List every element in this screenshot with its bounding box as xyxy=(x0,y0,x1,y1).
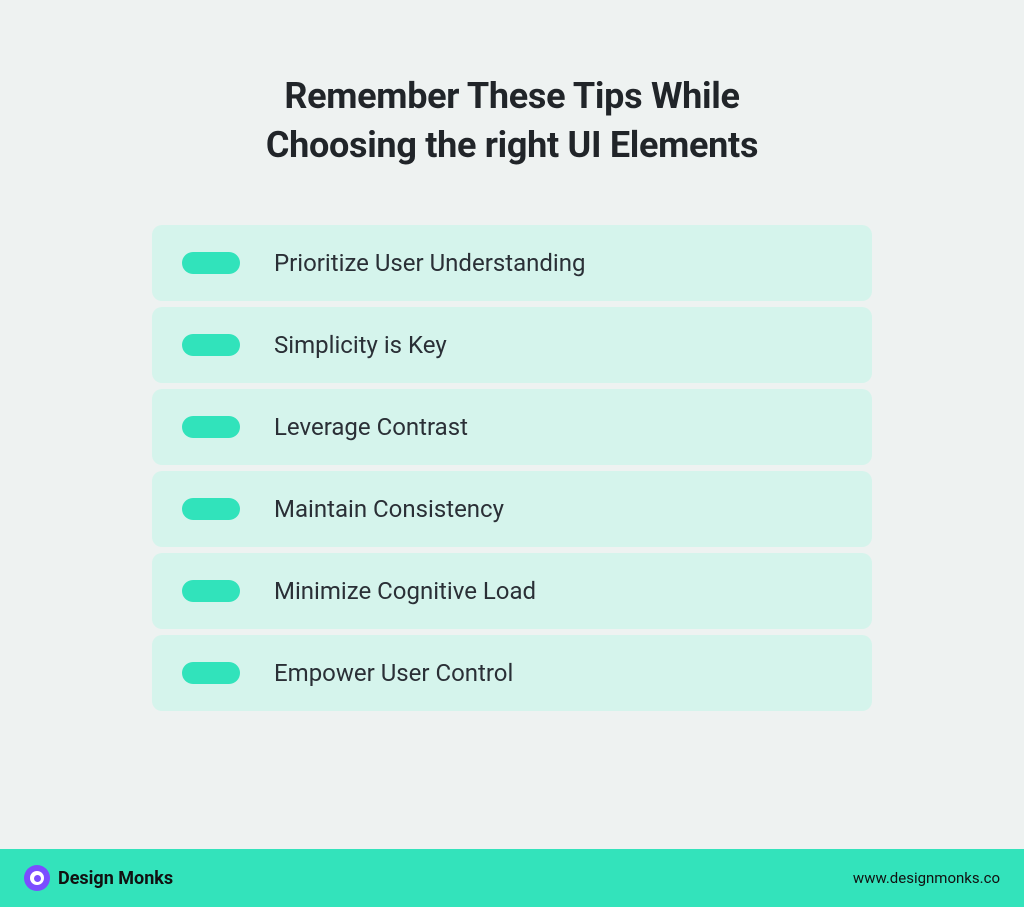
tip-row: Prioritize User Understanding xyxy=(152,225,872,301)
bullet-pill-icon xyxy=(182,498,240,520)
tip-row: Maintain Consistency xyxy=(152,471,872,547)
tip-row: Minimize Cognitive Load xyxy=(152,553,872,629)
tip-row: Simplicity is Key xyxy=(152,307,872,383)
tip-row: Leverage Contrast xyxy=(152,389,872,465)
bullet-pill-icon xyxy=(182,416,240,438)
tips-list: Prioritize User Understanding Simplicity… xyxy=(152,225,872,711)
tip-label: Prioritize User Understanding xyxy=(274,249,585,277)
brand-logo-icon xyxy=(24,865,50,891)
tip-row: Empower User Control xyxy=(152,635,872,711)
bullet-pill-icon xyxy=(182,662,240,684)
page-title: Remember These Tips While Choosing the r… xyxy=(0,0,1024,169)
bullet-pill-icon xyxy=(182,580,240,602)
footer-bar: Design Monks www.designmonks.co xyxy=(0,849,1024,907)
tip-label: Simplicity is Key xyxy=(274,331,447,359)
footer-url: www.designmonks.co xyxy=(853,869,1000,887)
heading-line-1: Remember These Tips While xyxy=(284,75,739,117)
bullet-pill-icon xyxy=(182,252,240,274)
tip-label: Empower User Control xyxy=(274,659,513,687)
tip-label: Leverage Contrast xyxy=(274,413,468,441)
bullet-pill-icon xyxy=(182,334,240,356)
brand-name: Design Monks xyxy=(58,868,173,889)
footer-brand: Design Monks xyxy=(24,865,173,891)
tip-label: Maintain Consistency xyxy=(274,495,504,523)
heading-line-2: Choosing the right UI Elements xyxy=(266,124,758,166)
tip-label: Minimize Cognitive Load xyxy=(274,577,536,605)
